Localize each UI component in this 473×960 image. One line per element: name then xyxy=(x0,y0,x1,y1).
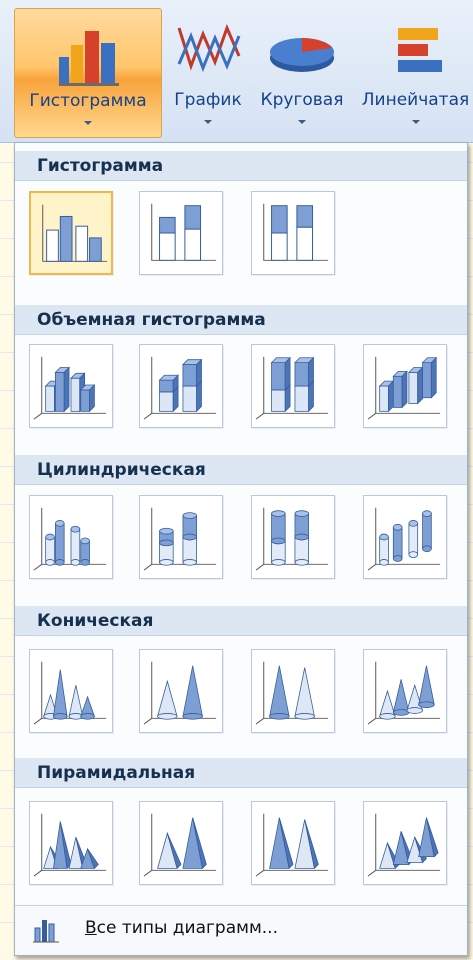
chart-subtype-button[interactable] xyxy=(29,495,113,579)
pie-chart-button[interactable]: Круговая xyxy=(254,8,350,138)
chart-subtype-button[interactable] xyxy=(29,344,113,428)
chevron-down-icon xyxy=(84,121,92,125)
100-percent-stacked-pyramid-icon xyxy=(255,813,329,877)
chart-subtype-button[interactable] xyxy=(29,191,113,275)
stacked-cylinder-icon xyxy=(143,507,217,571)
chart-type-gallery: Гистограмма Объемная гистограмма Цилиндр… xyxy=(14,142,468,956)
3d-cylinder-icon xyxy=(367,507,441,571)
3d-pyramid-icon xyxy=(367,813,441,877)
chart-subtype-button[interactable] xyxy=(139,191,223,275)
pie-chart-icon xyxy=(270,38,334,72)
gallery-section-title: Гистограмма xyxy=(15,151,467,181)
100-percent-stacked-cone-icon xyxy=(255,661,329,725)
gallery-section-title: Объемная гистограмма xyxy=(15,305,467,335)
line-chart-icon xyxy=(177,23,241,73)
3d-100-percent-stacked-column-icon xyxy=(255,356,329,420)
3d-clustered-column-icon xyxy=(33,356,107,420)
chart-subtype-button[interactable] xyxy=(251,801,335,885)
bar-chart-label: Линейчатая xyxy=(361,90,470,110)
chart-subtype-button[interactable] xyxy=(251,344,335,428)
chart-subtype-button[interactable] xyxy=(29,801,113,885)
chart-subtype-button[interactable] xyxy=(251,649,335,733)
gallery-section-title: Цилиндрическая xyxy=(15,455,467,485)
all-chart-types-button[interactable]: Все типы диаграмм... xyxy=(15,905,467,955)
clustered-column-icon xyxy=(42,204,108,262)
chart-subtype-button[interactable] xyxy=(29,649,113,733)
chart-subtype-button[interactable] xyxy=(363,344,447,428)
chart-subtype-button[interactable] xyxy=(251,495,335,579)
3d-cone-icon xyxy=(367,661,441,725)
ribbon-charts-group: Гистограмма График Круговая Линейчатая xyxy=(0,0,473,143)
stacked-column-icon xyxy=(151,203,217,261)
chart-subtype-button[interactable] xyxy=(139,801,223,885)
chart-subtype-button[interactable] xyxy=(251,191,335,275)
chevron-down-icon xyxy=(298,120,306,124)
stacked-cone-icon xyxy=(143,661,217,725)
all-chart-types-label: Все типы диаграмм... xyxy=(85,918,278,938)
chart-subtype-button[interactable] xyxy=(363,649,447,733)
chevron-down-icon xyxy=(204,120,212,124)
chart-subtype-button[interactable] xyxy=(139,495,223,579)
bar-chart-button[interactable]: Линейчатая xyxy=(358,8,473,138)
column-chart-icon xyxy=(59,31,119,86)
chevron-down-icon xyxy=(411,120,420,124)
clustered-cone-icon xyxy=(33,661,107,725)
column-chart-label: Гистограмма xyxy=(29,91,147,111)
3d-column-icon xyxy=(367,356,441,420)
100-percent-stacked-column-icon xyxy=(263,203,329,261)
stacked-pyramid-icon xyxy=(143,813,217,877)
gallery-section-title: Пирамидальная xyxy=(15,758,467,788)
chart-subtype-button[interactable] xyxy=(363,801,447,885)
3d-stacked-column-icon xyxy=(143,356,217,420)
chart-subtype-button[interactable] xyxy=(363,495,447,579)
clustered-cylinder-icon xyxy=(33,507,107,571)
clustered-pyramid-icon xyxy=(33,813,107,877)
bar-chart-icon xyxy=(398,28,442,72)
column-chart-button[interactable]: Гистограмма xyxy=(14,8,162,138)
chart-subtype-button[interactable] xyxy=(139,344,223,428)
pie-chart-label: Круговая xyxy=(260,90,344,110)
100-percent-stacked-cylinder-icon xyxy=(255,507,329,571)
line-chart-label: График xyxy=(174,90,242,110)
line-chart-button[interactable]: График xyxy=(165,8,251,138)
gallery-section-title: Коническая xyxy=(15,606,467,636)
all-charts-icon xyxy=(33,920,59,943)
chart-subtype-button[interactable] xyxy=(139,649,223,733)
